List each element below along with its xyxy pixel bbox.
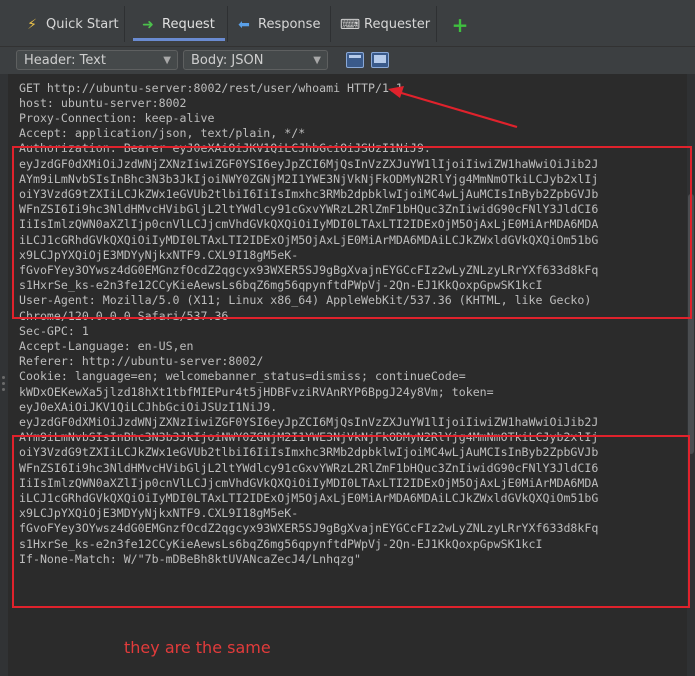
tab-separator (436, 6, 437, 42)
request-line: Accept-Language: en-US,en (19, 338, 194, 353)
header-format-select[interactable]: Header: Text ▼ (16, 50, 178, 70)
plus-icon: + (451, 13, 469, 37)
arrow-left-icon: ⬅ (238, 17, 250, 33)
request-line: GET http://ubuntu-server:8002/rest/user/… (19, 80, 403, 95)
tab-request[interactable]: ➜ Request (140, 12, 215, 38)
chevron-down-icon: ▼ (313, 55, 321, 66)
split-pane-view-icon[interactable] (371, 52, 389, 68)
tab-bar: ⚡ Quick Start ➜ Request ⬅ Response ⌨ Req… (0, 0, 695, 46)
tab-quick-start[interactable]: ⚡ Quick Start (24, 12, 119, 38)
request-line: Sec-GPC: 1 (19, 323, 89, 338)
request-line: eyJ0eXAiOiJKV1QiLCJhbGciOiJSUzI1NiJ9. (19, 399, 278, 414)
tab-label: Request (162, 17, 215, 32)
request-line: Proxy-Connection: keep-alive (19, 110, 215, 125)
request-line: Accept: application/json, text/plain, */… (19, 126, 306, 141)
tab-label: Quick Start (46, 17, 119, 32)
tab-requester[interactable]: ⌨ Requester (339, 12, 431, 38)
header-format-value: Header: Text (24, 53, 106, 68)
tab-label: Response (258, 17, 321, 32)
tab-response[interactable]: ⬅ Response (236, 12, 320, 38)
tab-label: Requester (364, 17, 431, 32)
request-line: eyJzdGF0dXMiOiJzdWNjZXNzIiwiZGF0YSI6eyJp… (19, 414, 599, 429)
annotation-text: they are the same (124, 638, 271, 657)
tab-separator (330, 6, 331, 42)
add-tab-button[interactable]: + (451, 12, 469, 38)
body-format-value: Body: JSON (191, 53, 264, 68)
editor-toolbar: Header: Text ▼ Body: JSON ▼ (0, 46, 695, 75)
request-line: Cookie: language=en; welcomebanner_statu… (19, 369, 466, 384)
body-format-select[interactable]: Body: JSON ▼ (183, 50, 328, 70)
requester-icon: ⌨ (339, 17, 361, 33)
single-pane-view-icon[interactable] (346, 52, 364, 68)
editor-gutter (0, 74, 8, 676)
request-line: host: ubuntu-server:8002 (19, 95, 187, 110)
lightning-icon: ⚡ (27, 17, 37, 33)
active-tab-indicator (133, 38, 225, 41)
tab-separator (124, 6, 125, 42)
arrow-right-icon: ➜ (142, 17, 154, 33)
tab-separator (227, 6, 228, 42)
request-line: Referer: http://ubuntu-server:8002/ (19, 354, 264, 369)
annotation-box-authorization (12, 146, 692, 319)
request-line: kWDxOEKewXa5jlzd18hXt1tbfMIEPur4t5jHDBFv… (19, 384, 494, 399)
annotation-box-cookie-token (12, 435, 690, 608)
chevron-down-icon: ▼ (163, 55, 171, 66)
